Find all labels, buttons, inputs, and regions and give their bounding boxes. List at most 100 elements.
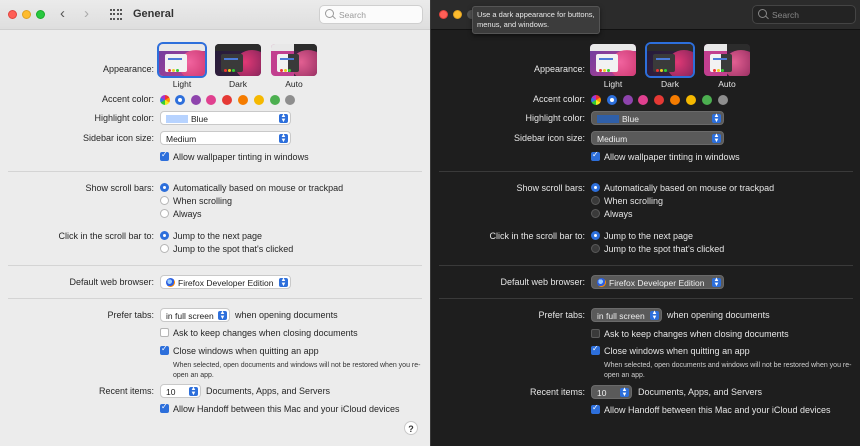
handoff-checkbox[interactable] <box>160 402 169 413</box>
wallpaper-tinting-checkbox[interactable] <box>160 150 169 161</box>
prefer-tabs-popup[interactable]: in full screen ▲ ▼ <box>591 308 662 322</box>
accent-multicolor-swatch[interactable] <box>591 95 601 105</box>
scroll-bars-label: Show scroll bars: <box>85 183 154 193</box>
recent-items-popup[interactable]: 10 ▲ ▼ <box>591 385 632 399</box>
appearance-dark-thumbnail[interactable] <box>215 44 261 76</box>
help-button[interactable]: ? <box>404 421 418 435</box>
close-windows-checkbox[interactable] <box>160 344 169 355</box>
popup-stepper-icon: ▲ ▼ <box>712 133 721 144</box>
accent-purple-swatch[interactable] <box>191 95 201 105</box>
popup-stepper-icon: ▲ ▼ <box>218 310 227 321</box>
close-button[interactable] <box>8 10 17 19</box>
recent-items-label: Recent items: <box>529 387 585 397</box>
accent-pink-swatch[interactable] <box>638 95 648 105</box>
search-icon <box>758 9 767 18</box>
appearance-auto-thumbnail[interactable] <box>271 44 317 76</box>
popup-stepper-icon: ▲ ▼ <box>189 386 198 397</box>
sidebar-icon-size-value: Medium <box>597 134 628 144</box>
scroll-bars-auto-radio[interactable] <box>591 183 600 192</box>
accent-color-label: Accent color: <box>101 94 154 104</box>
scroll-click-spot-radio[interactable] <box>160 244 169 253</box>
window-title: General <box>133 8 174 20</box>
accent-orange-swatch[interactable] <box>238 95 248 105</box>
sidebar-icon-size-popup[interactable]: Medium ▲ ▼ <box>591 131 724 145</box>
highlight-color-popup[interactable]: Blue ▲ ▼ <box>591 111 724 125</box>
close-windows-label: Close windows when quitting an app <box>173 346 319 356</box>
ask-keep-changes-checkbox[interactable] <box>160 328 169 337</box>
appearance-label: Appearance: <box>533 64 585 74</box>
popup-stepper-icon: ▲ ▼ <box>650 310 659 321</box>
highlight-color-row: Highlight color: Blue ▲ ▼ <box>431 111 860 127</box>
ask-keep-changes-label: Ask to keep changes when closing documen… <box>173 328 358 338</box>
firefox-icon <box>166 278 175 287</box>
minimize-button[interactable] <box>453 10 462 19</box>
appearance-light-label: Light <box>172 79 192 89</box>
accent-orange-swatch[interactable] <box>670 95 680 105</box>
search-field[interactable]: Search <box>319 5 423 24</box>
prefer-tabs-row: Prefer tabs: in full screen ▲ ▼ when open… <box>431 308 860 324</box>
wallpaper-tinting-checkbox[interactable] <box>591 150 600 161</box>
forward-arrow-icon[interactable]: › <box>84 6 89 22</box>
accent-graphite-swatch[interactable] <box>285 95 295 105</box>
sidebar-icon-size-popup[interactable]: Medium ▲ ▼ <box>160 131 291 145</box>
divider <box>8 265 422 266</box>
popup-stepper-icon: ▲ ▼ <box>620 387 629 398</box>
scroll-click-spot-radio[interactable] <box>591 244 600 253</box>
search-field[interactable]: Search <box>752 5 856 24</box>
handoff-label: Allow Handoff between this Mac and your … <box>173 404 400 414</box>
ask-keep-changes-label: Ask to keep changes when closing documen… <box>604 329 789 339</box>
zoom-button[interactable] <box>36 10 45 19</box>
popup-stepper-icon: ▲ ▼ <box>279 277 288 288</box>
search-placeholder: Search <box>339 10 366 20</box>
appearance-label: Appearance: <box>102 64 154 74</box>
ask-keep-changes-checkbox[interactable] <box>591 329 600 338</box>
appearance-light-label: Light <box>603 79 623 89</box>
back-arrow-icon[interactable]: ‹ <box>60 6 65 22</box>
firefox-icon <box>597 278 606 287</box>
accent-green-swatch[interactable] <box>270 95 280 105</box>
accent-multicolor-swatch[interactable] <box>160 95 170 105</box>
close-windows-checkbox[interactable] <box>591 344 600 355</box>
accent-pink-swatch[interactable] <box>206 95 216 105</box>
default-browser-value: Firefox Developer Edition <box>178 278 274 288</box>
accent-graphite-swatch[interactable] <box>718 95 728 105</box>
appearance-row: Appearance: <box>431 62 860 78</box>
prefer-tabs-suffix: when opening documents <box>667 310 770 320</box>
accent-yellow-swatch[interactable] <box>686 95 696 105</box>
scroll-bars-when-scrolling-radio[interactable] <box>160 196 169 205</box>
recent-items-popup[interactable]: 10 ▲ ▼ <box>160 384 201 398</box>
scroll-click-next-page-radio[interactable] <box>591 231 600 240</box>
appearance-dark-thumbnail[interactable] <box>647 44 693 76</box>
handoff-checkbox[interactable] <box>591 403 600 414</box>
scroll-bars-auto-radio[interactable] <box>160 183 169 192</box>
accent-green-swatch[interactable] <box>702 95 712 105</box>
appearance-light-thumbnail[interactable] <box>590 44 636 76</box>
scroll-click-next-page-radio[interactable] <box>160 231 169 240</box>
minimize-button[interactable] <box>22 10 31 19</box>
scroll-bars-always-radio[interactable] <box>160 209 169 218</box>
accent-red-swatch[interactable] <box>654 95 664 105</box>
scroll-bars-always-radio[interactable] <box>591 209 600 218</box>
accent-red-swatch[interactable] <box>222 95 232 105</box>
scroll-click-label: Click in the scroll bar to: <box>58 231 154 241</box>
accent-blue-swatch[interactable] <box>607 95 617 105</box>
highlight-color-popup[interactable]: Blue ▲ ▼ <box>160 111 291 125</box>
scroll-click-next-page-label: Jump to the next page <box>604 231 694 241</box>
scroll-click-spot-label: Jump to the spot that's clicked <box>173 244 294 254</box>
scroll-bars-label: Show scroll bars: <box>516 183 585 193</box>
default-browser-row: Default web browser: Firefox Developer E… <box>431 275 860 291</box>
prefer-tabs-popup[interactable]: in full screen ▲ ▼ <box>160 308 230 322</box>
highlight-color-chip <box>597 115 619 123</box>
scroll-bars-when-scrolling-radio[interactable] <box>591 196 600 205</box>
default-browser-popup[interactable]: Firefox Developer Edition ▲ ▼ <box>591 275 724 289</box>
accent-purple-swatch[interactable] <box>623 95 633 105</box>
close-button[interactable] <box>439 10 448 19</box>
appearance-auto-thumbnail[interactable] <box>704 44 750 76</box>
appearance-light-thumbnail[interactable] <box>159 44 205 76</box>
show-all-grid-icon[interactable] <box>110 9 123 21</box>
wallpaper-tinting-label: Allow wallpaper tinting in windows <box>173 152 309 162</box>
default-browser-popup[interactable]: Firefox Developer Edition ▲ ▼ <box>160 275 291 289</box>
accent-yellow-swatch[interactable] <box>254 95 264 105</box>
accent-blue-swatch[interactable] <box>175 95 185 105</box>
highlight-color-value: Blue <box>191 114 209 124</box>
